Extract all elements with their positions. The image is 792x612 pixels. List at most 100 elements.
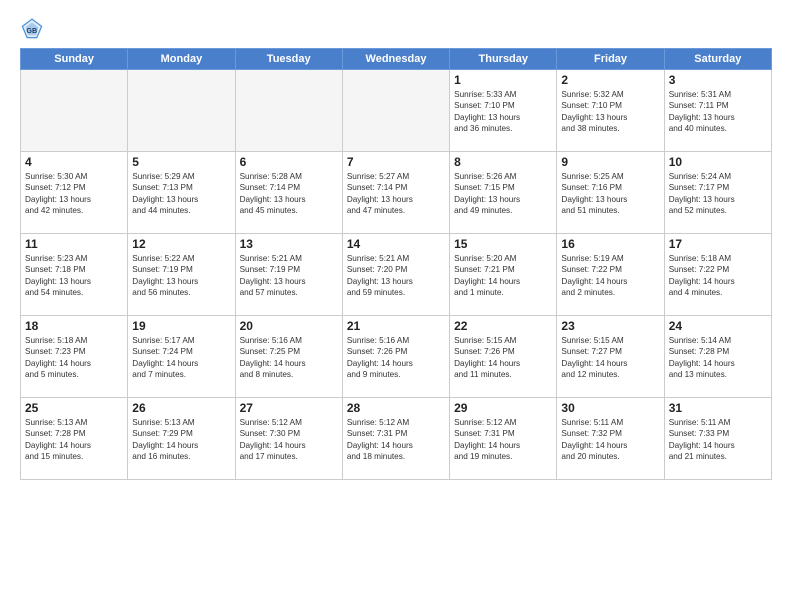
- svg-text:GB: GB: [26, 26, 37, 35]
- day-number: 19: [132, 319, 230, 333]
- logo-icon: GB: [20, 16, 44, 40]
- calendar-cell: 5 Sunrise: 5:29 AM Sunset: 7:13 PM Daylig…: [128, 152, 235, 234]
- day-info: Sunrise: 5:31 AM Sunset: 7:11 PM Dayligh…: [669, 89, 767, 135]
- calendar-cell: 28 Sunrise: 5:12 AM Sunset: 7:31 PM Dayli…: [342, 398, 449, 480]
- day-number: 7: [347, 155, 445, 169]
- calendar-table: SundayMondayTuesdayWednesdayThursdayFrid…: [20, 48, 772, 480]
- day-info: Sunrise: 5:11 AM Sunset: 7:32 PM Dayligh…: [561, 417, 659, 463]
- day-number: 14: [347, 237, 445, 251]
- calendar-cell: 17Sunrise: 5:18 AM Sunset: 7:22 PM Dayli…: [664, 234, 771, 316]
- weekday-header-sunday: Sunday: [21, 49, 128, 70]
- day-number: 27: [240, 401, 338, 415]
- calendar-cell: 18 Sunrise: 5:18 AM Sunset: 7:23 PM Dayli…: [21, 316, 128, 398]
- day-number: 8: [454, 155, 552, 169]
- calendar-cell: 29Sunrise: 5:12 AM Sunset: 7:31 PM Dayli…: [450, 398, 557, 480]
- logo: GB: [20, 16, 48, 40]
- day-info: Sunrise: 5:13 AM Sunset: 7:29 PM Dayligh…: [132, 417, 230, 463]
- day-info: Sunrise: 5:11 AM Sunset: 7:33 PM Dayligh…: [669, 417, 767, 463]
- calendar-cell: 25 Sunrise: 5:13 AM Sunset: 7:28 PM Dayli…: [21, 398, 128, 480]
- header: GB: [20, 16, 772, 40]
- day-info: Sunrise: 5:25 AM Sunset: 7:16 PM Dayligh…: [561, 171, 659, 217]
- day-info: Sunrise: 5:29 AM Sunset: 7:13 PM Dayligh…: [132, 171, 230, 217]
- calendar-cell: 22 Sunrise: 5:15 AM Sunset: 7:26 PM Dayli…: [450, 316, 557, 398]
- day-info: Sunrise: 5:12 AM Sunset: 7:30 PM Dayligh…: [240, 417, 338, 463]
- day-number: 2: [561, 73, 659, 87]
- calendar-cell: 19 Sunrise: 5:17 AM Sunset: 7:24 PM Dayli…: [128, 316, 235, 398]
- calendar-week-5: 25 Sunrise: 5:13 AM Sunset: 7:28 PM Dayli…: [21, 398, 772, 480]
- day-number: 5: [132, 155, 230, 169]
- day-info: Sunrise: 5:23 AM Sunset: 7:18 PM Dayligh…: [25, 253, 123, 299]
- day-info: Sunrise: 5:21 AM Sunset: 7:19 PM Dayligh…: [240, 253, 338, 299]
- day-info: Sunrise: 5:16 AM Sunset: 7:25 PM Dayligh…: [240, 335, 338, 381]
- weekday-header-friday: Friday: [557, 49, 664, 70]
- day-number: 1: [454, 73, 552, 87]
- calendar-cell: 2 Sunrise: 5:32 AM Sunset: 7:10 PM Daylig…: [557, 70, 664, 152]
- day-info: Sunrise: 5:21 AM Sunset: 7:20 PM Dayligh…: [347, 253, 445, 299]
- calendar-cell: 10 Sunrise: 5:24 AM Sunset: 7:17 PM Dayli…: [664, 152, 771, 234]
- calendar-cell: 30Sunrise: 5:11 AM Sunset: 7:32 PM Dayli…: [557, 398, 664, 480]
- calendar-cell: 31 Sunrise: 5:11 AM Sunset: 7:33 PM Dayli…: [664, 398, 771, 480]
- calendar-cell: 20Sunrise: 5:16 AM Sunset: 7:25 PM Dayli…: [235, 316, 342, 398]
- day-number: 10: [669, 155, 767, 169]
- day-number: 24: [669, 319, 767, 333]
- calendar-cell: [128, 70, 235, 152]
- calendar-week-1: 1 Sunrise: 5:33 AM Sunset: 7:10 PM Daylig…: [21, 70, 772, 152]
- day-number: 11: [25, 237, 123, 251]
- day-info: Sunrise: 5:15 AM Sunset: 7:26 PM Dayligh…: [454, 335, 552, 381]
- day-info: Sunrise: 5:22 AM Sunset: 7:19 PM Dayligh…: [132, 253, 230, 299]
- day-info: Sunrise: 5:20 AM Sunset: 7:21 PM Dayligh…: [454, 253, 552, 299]
- weekday-header-row: SundayMondayTuesdayWednesdayThursdayFrid…: [21, 49, 772, 70]
- day-info: Sunrise: 5:26 AM Sunset: 7:15 PM Dayligh…: [454, 171, 552, 217]
- day-number: 28: [347, 401, 445, 415]
- day-info: Sunrise: 5:17 AM Sunset: 7:24 PM Dayligh…: [132, 335, 230, 381]
- calendar-cell: 1 Sunrise: 5:33 AM Sunset: 7:10 PM Daylig…: [450, 70, 557, 152]
- calendar-cell: 3 Sunrise: 5:31 AM Sunset: 7:11 PM Daylig…: [664, 70, 771, 152]
- day-info: Sunrise: 5:14 AM Sunset: 7:28 PM Dayligh…: [669, 335, 767, 381]
- weekday-header-monday: Monday: [128, 49, 235, 70]
- day-number: 13: [240, 237, 338, 251]
- calendar-cell: 13 Sunrise: 5:21 AM Sunset: 7:19 PM Dayli…: [235, 234, 342, 316]
- day-info: Sunrise: 5:24 AM Sunset: 7:17 PM Dayligh…: [669, 171, 767, 217]
- day-info: Sunrise: 5:12 AM Sunset: 7:31 PM Dayligh…: [347, 417, 445, 463]
- calendar-week-4: 18 Sunrise: 5:18 AM Sunset: 7:23 PM Dayli…: [21, 316, 772, 398]
- calendar-cell: 11 Sunrise: 5:23 AM Sunset: 7:18 PM Dayli…: [21, 234, 128, 316]
- day-number: 3: [669, 73, 767, 87]
- calendar-cell: 7 Sunrise: 5:27 AM Sunset: 7:14 PM Daylig…: [342, 152, 449, 234]
- day-info: Sunrise: 5:32 AM Sunset: 7:10 PM Dayligh…: [561, 89, 659, 135]
- day-number: 4: [25, 155, 123, 169]
- calendar-cell: [342, 70, 449, 152]
- calendar-week-3: 11 Sunrise: 5:23 AM Sunset: 7:18 PM Dayli…: [21, 234, 772, 316]
- day-number: 16: [561, 237, 659, 251]
- day-number: 31: [669, 401, 767, 415]
- calendar-cell: 27 Sunrise: 5:12 AM Sunset: 7:30 PM Dayli…: [235, 398, 342, 480]
- day-info: Sunrise: 5:18 AM Sunset: 7:23 PM Dayligh…: [25, 335, 123, 381]
- day-number: 21: [347, 319, 445, 333]
- calendar-cell: 26 Sunrise: 5:13 AM Sunset: 7:29 PM Dayli…: [128, 398, 235, 480]
- day-number: 6: [240, 155, 338, 169]
- day-number: 25: [25, 401, 123, 415]
- weekday-header-wednesday: Wednesday: [342, 49, 449, 70]
- calendar-cell: 16 Sunrise: 5:19 AM Sunset: 7:22 PM Dayli…: [557, 234, 664, 316]
- day-info: Sunrise: 5:13 AM Sunset: 7:28 PM Dayligh…: [25, 417, 123, 463]
- day-info: Sunrise: 5:18 AM Sunset: 7:22 PM Dayligh…: [669, 253, 767, 299]
- weekday-header-saturday: Saturday: [664, 49, 771, 70]
- calendar-cell: 6 Sunrise: 5:28 AM Sunset: 7:14 PM Daylig…: [235, 152, 342, 234]
- day-number: 22: [454, 319, 552, 333]
- day-info: Sunrise: 5:27 AM Sunset: 7:14 PM Dayligh…: [347, 171, 445, 217]
- day-number: 12: [132, 237, 230, 251]
- calendar-cell: 21 Sunrise: 5:16 AM Sunset: 7:26 PM Dayli…: [342, 316, 449, 398]
- day-number: 15: [454, 237, 552, 251]
- day-info: Sunrise: 5:16 AM Sunset: 7:26 PM Dayligh…: [347, 335, 445, 381]
- day-info: Sunrise: 5:19 AM Sunset: 7:22 PM Dayligh…: [561, 253, 659, 299]
- day-number: 26: [132, 401, 230, 415]
- day-info: Sunrise: 5:30 AM Sunset: 7:12 PM Dayligh…: [25, 171, 123, 217]
- day-number: 18: [25, 319, 123, 333]
- weekday-header-thursday: Thursday: [450, 49, 557, 70]
- page: GB SundayMondayTuesdayWednesdayThursdayF…: [0, 0, 792, 612]
- weekday-header-tuesday: Tuesday: [235, 49, 342, 70]
- calendar-cell: 23 Sunrise: 5:15 AM Sunset: 7:27 PM Dayli…: [557, 316, 664, 398]
- day-info: Sunrise: 5:15 AM Sunset: 7:27 PM Dayligh…: [561, 335, 659, 381]
- day-info: Sunrise: 5:33 AM Sunset: 7:10 PM Dayligh…: [454, 89, 552, 135]
- day-number: 23: [561, 319, 659, 333]
- day-info: Sunrise: 5:28 AM Sunset: 7:14 PM Dayligh…: [240, 171, 338, 217]
